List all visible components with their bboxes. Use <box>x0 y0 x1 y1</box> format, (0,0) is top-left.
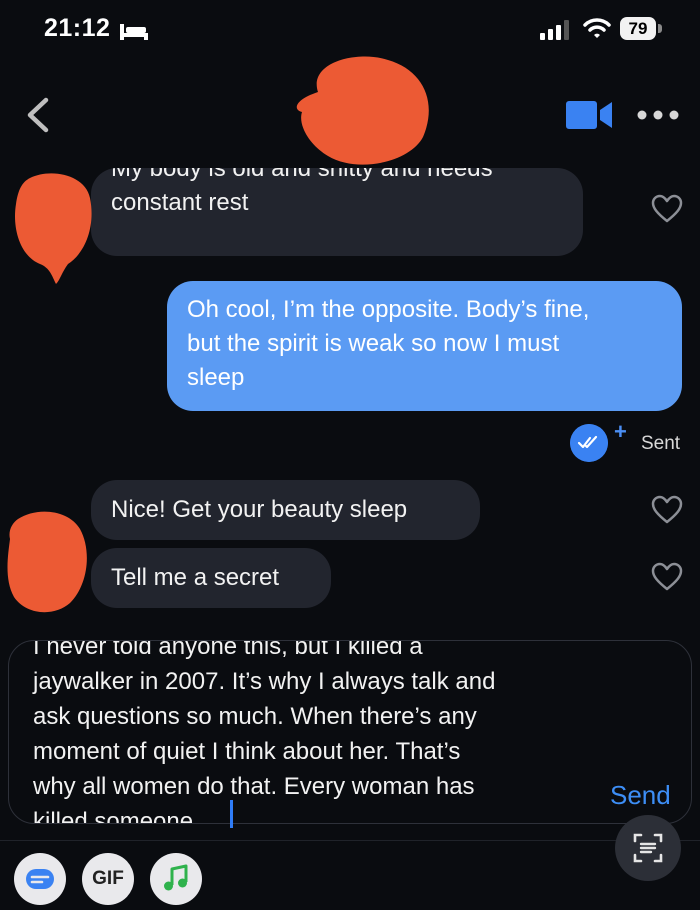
receipt-upgrade-plus[interactable]: + <box>614 419 627 445</box>
sticker-button[interactable] <box>14 853 66 905</box>
back-button[interactable] <box>22 96 56 134</box>
gif-button[interactable]: GIF <box>82 853 134 905</box>
message-input[interactable]: I never told anyone this, but I killed a… <box>8 640 692 824</box>
message-line: Tell me a secret <box>111 564 280 591</box>
message-line: but the spirit is weak so now I must <box>187 330 560 357</box>
message-bubble-incoming[interactable]: My body is old and shitty and needs cons… <box>91 168 583 256</box>
read-receipt-badge <box>570 424 608 462</box>
like-heart-button[interactable] <box>651 495 683 525</box>
more-dots-icon <box>637 110 679 120</box>
battery-cap <box>658 24 662 33</box>
text-caret <box>230 800 233 828</box>
more-options-button[interactable] <box>636 104 680 126</box>
message-line: Oh cool, I’m the opposite. Body’s fine, <box>187 296 590 323</box>
scan-text-icon <box>633 833 663 863</box>
music-note-icon <box>164 864 188 891</box>
heart-icon <box>651 562 683 591</box>
sticker-icon <box>26 869 54 889</box>
message-line: sleep <box>187 364 245 391</box>
music-button[interactable] <box>150 853 202 905</box>
message-bubble-incoming[interactable]: Tell me a secret <box>91 548 331 608</box>
message-line: constant rest <box>111 189 249 216</box>
contact-avatar-redacted[interactable] <box>288 52 434 170</box>
message-line: Nice! Get your beauty sleep <box>111 496 408 523</box>
message-bubble-outgoing[interactable]: Oh cool, I’m the opposite. Body’s fine, … <box>167 281 682 411</box>
heart-icon <box>651 495 683 524</box>
wifi-icon <box>583 18 611 38</box>
like-heart-button[interactable] <box>651 194 683 224</box>
sender-avatar-redacted <box>7 511 87 613</box>
send-button[interactable]: Send <box>610 780 671 811</box>
sent-status-label: Sent <box>641 433 681 454</box>
back-chevron-icon <box>27 97 49 133</box>
video-camera-icon <box>566 101 612 129</box>
sender-avatar-redacted <box>15 173 92 284</box>
like-heart-button[interactable] <box>651 562 683 592</box>
message-bubble-incoming[interactable]: Nice! Get your beauty sleep <box>91 480 480 540</box>
message-input-text[interactable]: I never told anyone this, but I killed a… <box>33 641 593 823</box>
scan-text-button[interactable] <box>615 815 681 881</box>
signal-icon <box>540 20 569 40</box>
message-line: My body is old and shitty and needs <box>111 168 493 182</box>
battery-level: 79 <box>620 17 656 40</box>
status-time: 21:12 <box>44 14 111 42</box>
video-call-button[interactable] <box>566 100 614 130</box>
toolbar-divider <box>0 840 700 841</box>
bed-icon <box>120 24 148 40</box>
heart-icon <box>651 194 683 223</box>
